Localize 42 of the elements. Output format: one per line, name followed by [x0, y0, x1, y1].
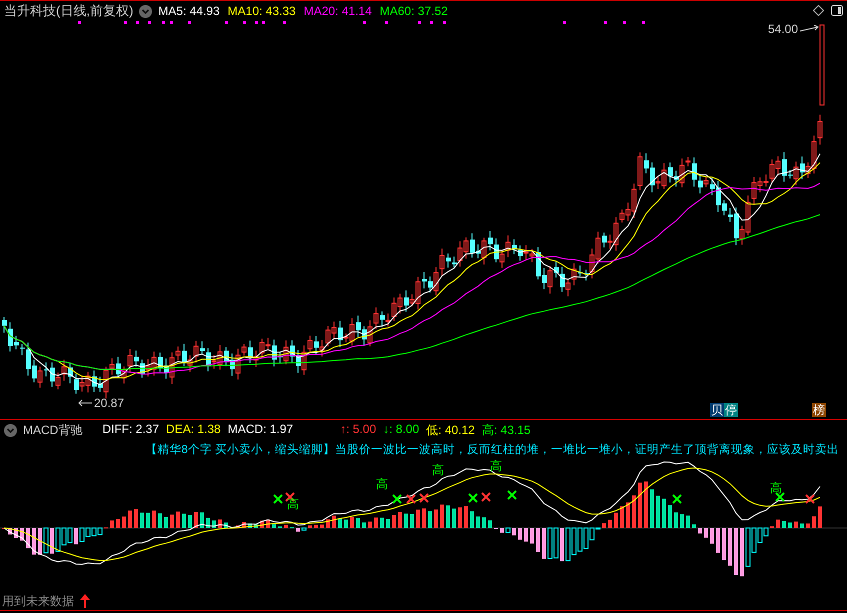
arrow-up-icon — [80, 594, 90, 608]
peak-label: 高 — [287, 496, 299, 513]
diamond-icon[interactable] — [813, 5, 824, 16]
indicator-value: ↓: 8.00 — [383, 422, 420, 438]
chevron-down-icon[interactable] — [139, 4, 152, 18]
indicator-value: DIFF: 2.37 — [102, 422, 160, 438]
cross-mark-icon — [406, 494, 416, 504]
cross-mark-icon — [672, 494, 682, 504]
stock-title: 当升科技(日线,前复权) — [4, 2, 134, 20]
indicator-value: MACD: 1.97 — [228, 422, 294, 438]
indicator-value: DEA: 1.38 — [166, 422, 221, 438]
event-badge[interactable]: 贝 — [710, 403, 724, 417]
event-badge[interactable]: 停 — [724, 403, 738, 417]
cross-mark-icon — [392, 494, 402, 504]
cross-mark-icon — [481, 492, 491, 502]
indicator-value: 低: 40.12 — [426, 422, 475, 438]
cross-mark-icon — [273, 494, 283, 504]
arrow-right-icon — [800, 25, 820, 33]
indicator-value: MA20: 41.14 — [304, 4, 372, 18]
peak-label: 高 — [376, 476, 388, 493]
indicator-value: MA10: 43.33 — [228, 4, 296, 18]
indicator-value: MA5: 44.93 — [158, 4, 220, 18]
peak-label: 高 — [432, 462, 444, 479]
cross-mark-icon — [805, 494, 815, 504]
chevron-down-icon[interactable] — [4, 424, 17, 436]
footnote-text: 用到未来数据 — [2, 593, 74, 610]
strategy-description: 【精华8个字 买小卖小，缩头缩脚】当股价一波比一波高时，反而红柱的堆，一堆比一堆小，证明产生了顶背离现象，应该及时卖出 — [145, 442, 839, 456]
cross-mark-icon — [468, 493, 478, 503]
cross-mark-icon — [507, 490, 517, 500]
cross-mark-icon — [419, 493, 429, 503]
panel-toggle-icon[interactable] — [831, 5, 843, 16]
indicator-value: ↑: 5.00 — [340, 422, 376, 438]
indicator-value: MA60: 37.52 — [380, 4, 448, 18]
price-high-label: 54.00 — [768, 22, 798, 36]
peak-label: 高 — [770, 480, 782, 497]
event-badge[interactable]: 榜 — [812, 403, 826, 417]
price-low-label: 20.87 — [94, 396, 124, 410]
indicator-title: MACD背驰 — [23, 422, 82, 438]
indicator-value: 高: 43.15 — [482, 422, 531, 438]
peak-label: 高 — [490, 458, 502, 475]
arrow-left-icon — [78, 399, 92, 407]
cross-mark-icon — [775, 492, 785, 502]
